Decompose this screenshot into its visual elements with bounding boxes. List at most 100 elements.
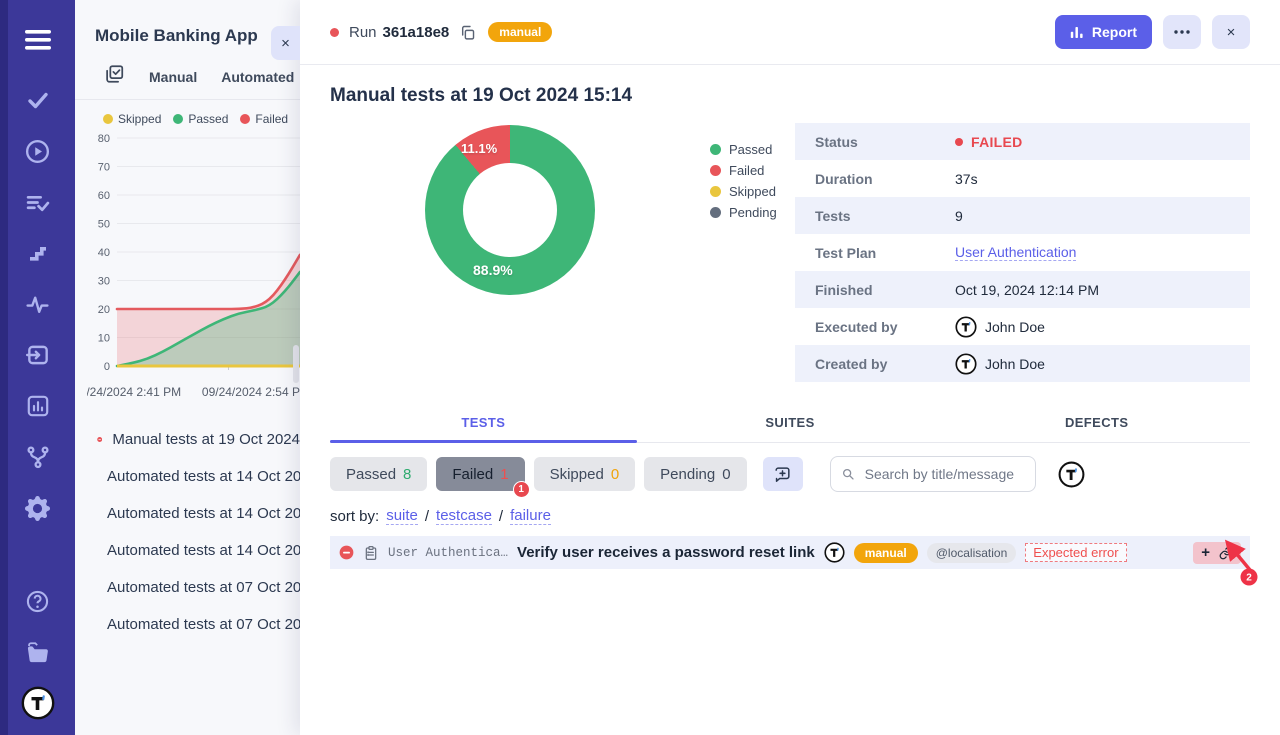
project-panel: Mobile Banking App Manual Automated Skip… [75,0,300,735]
tab-defects[interactable]: DEFECTS [943,406,1250,442]
test-result-row[interactable]: User Authentica… Verify user receives a … [330,536,1250,569]
legend-item-failed[interactable]: Failed [240,112,288,126]
passed-dot-icon [173,114,183,124]
run-list-item[interactable]: Automated tests at 14 Oct 2024 [75,495,300,532]
run-list-item[interactable]: Automated tests at 07 Oct 2024 [75,569,300,606]
link-icon[interactable] [1219,546,1233,560]
filter-failed[interactable]: Failed 1 1 [436,457,524,491]
play-circle-icon[interactable] [20,133,56,169]
git-branch-icon[interactable] [20,439,56,475]
user-filter-avatar[interactable] [1058,461,1085,488]
filter-pending[interactable]: Pending 0 [644,457,746,491]
expected-error-label: Expected error [1025,543,1126,562]
panel-scrollbar[interactable] [293,345,299,383]
tab-tests[interactable]: TESTS [330,406,637,442]
run-history-chart: Skipped Passed Failed 80706050403020100 … [75,100,300,399]
run-drawer: × Run 361a18e8 manual Report × Manual te… [300,0,1280,735]
copy-run-id-button[interactable] [459,24,476,41]
activity-icon[interactable] [20,286,56,322]
area-chart-canvas: 80706050403020100 [87,128,300,378]
legend-item-passed[interactable]: Passed [710,139,777,160]
row-actions: + [1193,542,1241,564]
failed-dot-icon [240,114,250,124]
donut-legend: Passed Failed Skipped Pending [710,139,777,382]
svg-text:70: 70 [98,162,110,174]
suite-name[interactable]: User Authentica… [388,546,508,560]
detail-row-duration: Duration 37s [795,160,1250,197]
sort-by-failure[interactable]: failure [510,507,551,525]
run-list-item[interactable]: Automated tests at 07 Oct 2024 [75,606,300,643]
more-options-button[interactable] [1163,15,1201,49]
test-tag[interactable]: @localisation [927,543,1017,563]
steps-icon[interactable] [20,235,56,271]
test-title[interactable]: Verify user receives a password reset li… [517,544,815,561]
report-button[interactable]: Report [1055,15,1152,49]
failed-dot-icon [710,165,721,176]
copy-check-icon[interactable] [103,63,125,90]
status-filters: Passed 8 Failed 1 1 Skipped 0 Pending 0 [330,456,1250,492]
report-chart-icon [1070,26,1084,39]
failed-status-icon [97,432,102,447]
legend-item-skipped[interactable]: Skipped [710,181,777,202]
search-icon [841,466,855,482]
x-tick-end: 09/24/2024 2:54 PM [202,385,300,399]
donut-passed-label: 88.9% [473,262,513,278]
x-tick-start: 09/24/2024 2:41 PM [87,385,181,399]
close-run-button[interactable]: × [1212,15,1250,49]
list-check-icon[interactable] [20,184,56,220]
user-avatar [955,353,977,375]
check-icon[interactable] [20,82,56,118]
failed-status-icon [339,545,354,560]
svg-text:80: 80 [98,133,110,145]
legend-item-failed[interactable]: Failed [710,160,777,181]
donut-failed-label: 11.1% [461,141,497,156]
sort-by-suite[interactable]: suite [386,507,418,525]
sign-in-icon[interactable] [20,337,56,373]
legend-item-skipped[interactable]: Skipped [103,112,161,126]
search-box [830,456,1036,492]
status-value: FAILED [971,134,1023,150]
sort-by-testcase[interactable]: testcase [436,507,492,525]
bar-chart-icon[interactable] [20,388,56,424]
annotation-badge-1: 1 [513,481,530,498]
project-tabs: Manual Automated [75,54,300,100]
annotation-badge-2: 2 [1246,573,1252,584]
results-donut-chart[interactable]: 11.1% 88.9% [425,125,595,295]
gear-icon[interactable] [20,490,56,526]
filter-skipped[interactable]: Skipped 0 [534,457,636,491]
project-title: Mobile Banking App [95,26,300,46]
passed-dot-icon [710,144,721,155]
folder-icon[interactable] [20,634,56,670]
copy-icon [459,24,476,41]
testomat-logo-avatar[interactable] [20,685,56,721]
detail-row-tests: Tests 9 [795,197,1250,234]
chat-plus-icon [773,465,792,484]
tab-suites[interactable]: SUITES [637,406,944,442]
svg-text:60: 60 [98,190,110,202]
search-input[interactable] [863,465,1025,483]
legend-item-passed[interactable]: Passed [173,112,228,126]
drawer-close-button[interactable]: × [271,26,300,60]
add-defect-button[interactable]: + [1201,545,1210,560]
help-icon[interactable] [20,583,56,619]
run-list-item[interactable]: Automated tests at 14 Oct 2024 [75,532,300,569]
legend-item-pending[interactable]: Pending [710,202,777,223]
run-list-item[interactable]: Automated tests at 14 Oct 2024 [75,458,300,495]
tab-automated[interactable]: Automated [221,69,294,85]
test-type-badge: manual [854,543,918,563]
svg-text:0: 0 [104,361,110,373]
tab-manual[interactable]: Manual [149,69,197,85]
chart-legend: Skipped Passed Failed [87,112,300,126]
clipboard-icon [363,545,379,561]
run-list: Manual tests at 19 Oct 2024 Automated te… [75,421,300,643]
run-list-item[interactable]: Manual tests at 19 Oct 2024 [75,421,300,458]
add-comment-button[interactable] [763,457,803,491]
filter-passed[interactable]: Passed 8 [330,457,427,491]
sort-bar: sort by: suite / testcase / failure [330,507,1250,525]
detail-row-finished: Finished Oct 19, 2024 12:14 PM [795,271,1250,308]
failed-dot-icon [955,138,963,146]
test-plan-link[interactable]: User Authentication [955,244,1076,261]
svg-text:50: 50 [98,219,110,231]
hamburger-menu-icon[interactable] [20,22,56,58]
run-type-badge: manual [488,22,552,42]
